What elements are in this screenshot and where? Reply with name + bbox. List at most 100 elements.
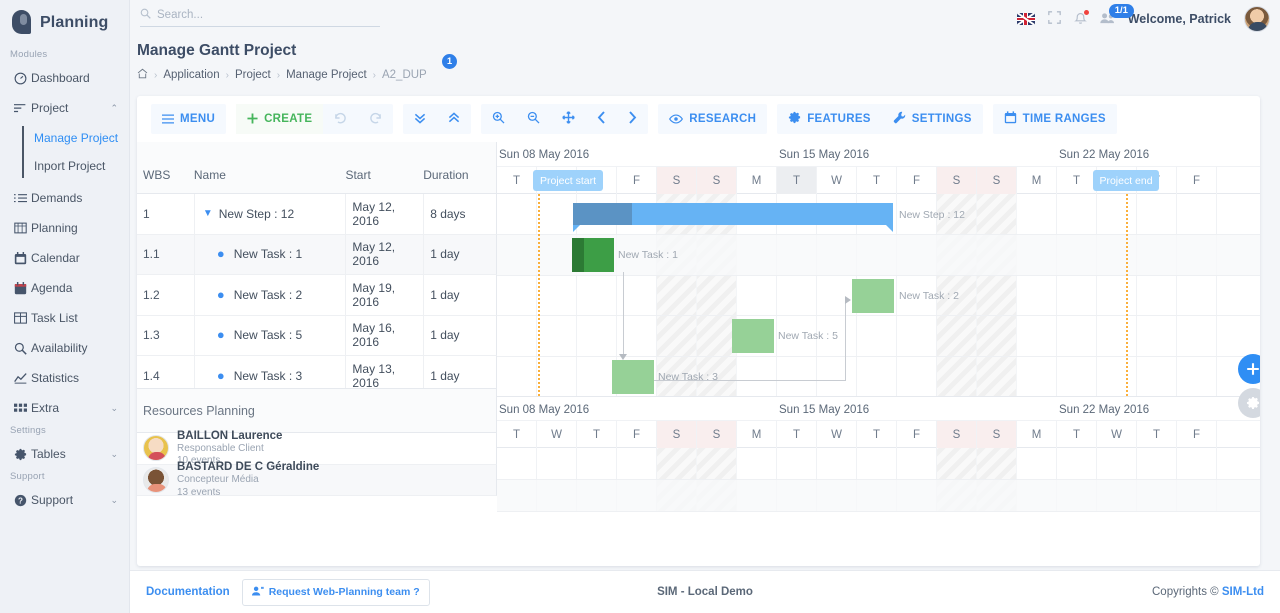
day-cell[interactable]: S bbox=[657, 421, 697, 448]
breadcrumb-item-application[interactable]: Application bbox=[163, 69, 219, 81]
day-cell[interactable]: S bbox=[937, 167, 977, 194]
table-row[interactable]: 1.1 ● New Task : 1 May 12, 2016 1 day bbox=[137, 234, 497, 275]
day-cell[interactable]: T bbox=[857, 167, 897, 194]
sidebar-item-availability[interactable]: Availability bbox=[0, 333, 129, 363]
collapse-all-button[interactable] bbox=[403, 104, 437, 134]
expand-all-button[interactable] bbox=[437, 104, 471, 134]
day-cell[interactable]: S bbox=[657, 167, 697, 194]
prev-button[interactable] bbox=[586, 104, 617, 134]
column-header-duration[interactable]: Duration bbox=[423, 168, 496, 193]
features-button[interactable]: FEATURES bbox=[777, 104, 882, 134]
settings-button[interactable]: SETTINGS bbox=[882, 104, 983, 134]
zoom-out-button[interactable] bbox=[516, 104, 551, 134]
day-cell[interactable]: T bbox=[857, 421, 897, 448]
menu-button[interactable]: MENU bbox=[151, 104, 226, 134]
day-cell[interactable]: T bbox=[1137, 421, 1177, 448]
gantt-bar-task[interactable] bbox=[572, 238, 614, 272]
sidebar-item-extra[interactable]: Extra ⌄ bbox=[0, 393, 129, 423]
brand-logo-area[interactable]: Planning bbox=[0, 0, 129, 47]
time-ranges-button[interactable]: TIME RANGES bbox=[993, 104, 1117, 134]
sidebar-item-dashboard[interactable]: Dashboard bbox=[0, 63, 129, 93]
day-cell[interactable]: W bbox=[817, 421, 857, 448]
day-cell[interactable]: T bbox=[577, 421, 617, 448]
sidebar-item-support[interactable]: ? Support ⌄ bbox=[0, 485, 129, 515]
bell-icon[interactable] bbox=[1073, 9, 1089, 28]
day-cell[interactable]: S bbox=[697, 421, 737, 448]
day-cell[interactable]: M bbox=[1017, 167, 1057, 194]
column-header-start[interactable]: Start bbox=[345, 168, 423, 193]
day-cell[interactable]: M bbox=[737, 421, 777, 448]
documentation-link[interactable]: Documentation bbox=[146, 586, 230, 598]
sidebar-item-project[interactable]: Project ⌃ bbox=[0, 93, 129, 123]
gantt-bar-task[interactable] bbox=[612, 360, 654, 394]
day-cell[interactable]: S bbox=[977, 167, 1017, 194]
company-link[interactable]: SIM-Ltd bbox=[1222, 586, 1264, 598]
day-cell[interactable]: T bbox=[1057, 421, 1097, 448]
project-start-marker[interactable]: Project start bbox=[533, 170, 603, 191]
gantt-bar-task[interactable] bbox=[732, 319, 774, 353]
breadcrumb-item-project[interactable]: Project bbox=[235, 69, 271, 81]
move-button[interactable] bbox=[551, 104, 586, 134]
day-cell[interactable]: S bbox=[937, 421, 977, 448]
day-cell[interactable]: T bbox=[777, 167, 817, 194]
users-online[interactable]: 1/1 bbox=[1100, 3, 1134, 27]
breadcrumb-item-manage-project[interactable]: Manage Project bbox=[286, 69, 367, 81]
day-cell[interactable]: T bbox=[497, 167, 537, 194]
day-cell[interactable]: F bbox=[617, 167, 657, 194]
sidebar-item-calendar[interactable]: Calendar bbox=[0, 243, 129, 273]
column-header-name[interactable]: Name bbox=[194, 168, 346, 193]
sidebar-item-manage-project[interactable]: Manage Project bbox=[24, 124, 129, 152]
sidebar-item-agenda[interactable]: Agenda bbox=[0, 273, 129, 303]
search-box[interactable] bbox=[140, 8, 380, 27]
resources-timeline-body[interactable] bbox=[497, 448, 1260, 512]
day-cell[interactable]: W bbox=[817, 167, 857, 194]
project-end-marker[interactable]: Project end bbox=[1093, 170, 1159, 191]
uk-flag-icon[interactable] bbox=[1016, 13, 1035, 25]
add-floating-button[interactable] bbox=[1238, 354, 1260, 384]
gantt-timeline[interactable]: Sun 08 May 2016 Sun 15 May 2016 Sun 22 M… bbox=[497, 142, 1260, 566]
table-row[interactable]: 1 ▼ New Step : 12 May 12, 2016 8 days bbox=[137, 194, 497, 235]
day-cell[interactable]: F bbox=[617, 421, 657, 448]
day-cell[interactable]: F bbox=[1177, 421, 1217, 448]
next-button[interactable] bbox=[617, 104, 648, 134]
support-icon: ? bbox=[14, 494, 31, 507]
list-item[interactable]: BASTARD DE C Géraldine Concepteur Média … bbox=[137, 461, 497, 498]
sidebar-item-statistics[interactable]: Statistics bbox=[0, 363, 129, 393]
avatar[interactable] bbox=[1244, 6, 1270, 32]
day-cell[interactable]: W bbox=[537, 421, 577, 448]
fullscreen-icon[interactable] bbox=[1047, 11, 1061, 27]
day-cell[interactable]: F bbox=[1177, 167, 1217, 194]
timeline-body[interactable]: New Step : 12 New Task : 1 New Task : 2 … bbox=[497, 194, 1260, 397]
sidebar-item-inport-project[interactable]: Inport Project bbox=[24, 152, 129, 180]
gantt-bar-summary[interactable] bbox=[573, 203, 893, 232]
day-cell[interactable]: F bbox=[897, 167, 937, 194]
undo-button[interactable] bbox=[323, 104, 358, 134]
column-header-wbs[interactable]: WBS bbox=[137, 168, 194, 193]
day-cell[interactable]: M bbox=[1017, 421, 1057, 448]
redo-button[interactable] bbox=[358, 104, 393, 134]
settings-floating-button[interactable] bbox=[1238, 388, 1260, 418]
create-button[interactable]: CREATE bbox=[236, 104, 324, 134]
table-row[interactable]: 1.2 ● New Task : 2 May 19, 2016 1 day bbox=[137, 275, 497, 316]
sidebar-item-tables[interactable]: Tables ⌄ bbox=[0, 439, 129, 469]
sidebar-item-task-list[interactable]: Task List bbox=[0, 303, 129, 333]
day-cell[interactable]: F bbox=[897, 421, 937, 448]
research-button[interactable]: RESEARCH bbox=[658, 104, 767, 134]
day-cell[interactable]: M bbox=[737, 167, 777, 194]
chevron-down-icon[interactable]: ▼ bbox=[203, 208, 213, 219]
search-input[interactable] bbox=[157, 9, 357, 21]
breadcrumb-home-icon[interactable] bbox=[137, 68, 148, 82]
day-cell[interactable]: T bbox=[497, 421, 537, 448]
zoom-in-button[interactable] bbox=[481, 104, 516, 134]
request-team-button[interactable]: Request Web-Planning team ? bbox=[241, 578, 430, 606]
day-cell[interactable]: W bbox=[1097, 421, 1137, 448]
sidebar-item-demands[interactable]: Demands bbox=[0, 183, 129, 213]
gantt-bar-task[interactable] bbox=[852, 279, 894, 313]
table-row[interactable]: 1.3 ● New Task : 5 May 16, 2016 1 day bbox=[137, 315, 497, 356]
day-cell[interactable]: T bbox=[777, 421, 817, 448]
sidebar-item-planning[interactable]: Planning bbox=[0, 213, 129, 243]
breadcrumb-item-a2dup[interactable]: A2_DUP bbox=[382, 69, 427, 81]
day-cell[interactable]: S bbox=[697, 167, 737, 194]
day-cell[interactable]: T bbox=[1057, 167, 1097, 194]
day-cell[interactable]: S bbox=[977, 421, 1017, 448]
